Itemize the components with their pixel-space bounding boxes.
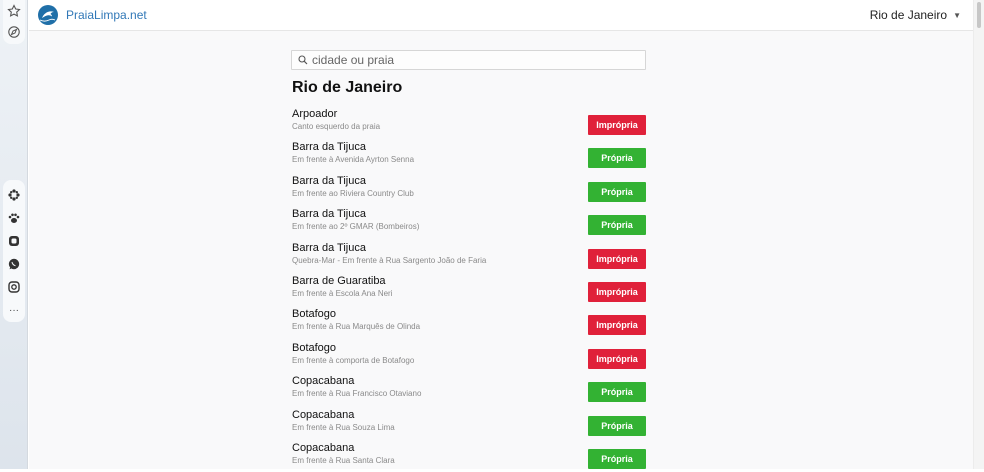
compass-icon[interactable] xyxy=(4,22,24,42)
beach-name: Botafogo xyxy=(292,341,337,354)
beach-location: Em frente ao 2º GMAR (Bombeiros) xyxy=(292,222,420,232)
beach-name: Copacabana xyxy=(292,442,355,454)
beach-name: Copacabana xyxy=(292,408,355,421)
beach-location: Em frente à Escola Ana Neri xyxy=(292,289,393,298)
status-badge[interactable]: Imprópria xyxy=(588,282,646,302)
beach-list-item[interactable]: Copacabana Em frente à Rua Francisco Otav… xyxy=(292,375,646,405)
beach-list-item[interactable]: Barra de Guaratiba Em frente à Escola Ana… xyxy=(292,275,646,305)
beach-list-item[interactable]: Barra da Tijuca Quebra-Mar - Em frente à … xyxy=(292,242,646,272)
star-icon[interactable] xyxy=(4,1,24,21)
beach-list-item[interactable]: Barra da Tijuca Em frente ao Riviera Coun… xyxy=(292,175,646,205)
beach-list-item[interactable]: Copacabana Em frente à Rua Souza Lima Próp… xyxy=(292,409,646,439)
beach-name: Arpoador xyxy=(292,108,338,120)
instagram-icon[interactable] xyxy=(4,277,24,297)
beach-name: Botafogo xyxy=(292,308,337,321)
paw-icon[interactable] xyxy=(4,208,24,228)
beach-location: Em frente à Rua Marquês de Olinda xyxy=(292,322,421,332)
chevron-down-icon: ▼ xyxy=(953,11,961,20)
beach-name: Barra da Tijuca xyxy=(292,241,366,254)
beach-name: Barra da Tijuca xyxy=(292,174,366,187)
beach-location: Quebra-Mar - Em frente à Rua Sargento Jo… xyxy=(292,255,487,265)
status-badge[interactable]: Própria xyxy=(588,415,646,436)
city-selector-label: Rio de Janeiro xyxy=(869,8,948,22)
status-badge[interactable]: Própria xyxy=(588,449,646,469)
city-selector[interactable]: Rio de Janeiro ▼ xyxy=(870,8,961,22)
beach-name: Barra de Guaratiba xyxy=(292,275,386,287)
beach-name: Barra da Tijuca xyxy=(292,208,366,221)
whatsapp-icon[interactable] xyxy=(4,254,24,274)
beach-location: Canto esquerdo da praia xyxy=(292,122,381,131)
beach-list-item[interactable]: Botafogo Em frente à comporta de Botafogo… xyxy=(292,342,646,372)
search-icon xyxy=(298,55,308,65)
scrollbar-thumb[interactable] xyxy=(977,2,981,28)
beach-list-item[interactable]: Copacabana Em frente à Rua Santa Clara Pró… xyxy=(292,442,646,472)
status-badge[interactable]: Imprópria xyxy=(588,348,646,369)
status-badge[interactable]: Imprópria xyxy=(588,315,646,336)
beach-list-item[interactable]: Botafogo Em frente à Rua Marquês de Olind… xyxy=(292,308,646,338)
status-badge[interactable]: Própria xyxy=(588,382,646,403)
beach-name: Copacabana xyxy=(292,375,355,388)
status-badge[interactable]: Imprópria xyxy=(588,115,646,135)
beach-location: Em frente à Rua Santa Clara xyxy=(292,456,395,465)
beach-list-item[interactable]: Barra da Tijuca Em frente à Avenida Ayrto… xyxy=(292,141,646,171)
browser-sidebar: ··· xyxy=(0,0,28,469)
page-title: Rio de Janeiro xyxy=(292,79,403,96)
site-header: PraiaLimpa.net Rio de Janeiro ▼ xyxy=(29,0,973,31)
search-field[interactable] xyxy=(291,50,646,70)
main-content: Rio de Janeiro Arpoador Canto esquerdo da… xyxy=(29,31,973,469)
more-icon[interactable]: ··· xyxy=(4,300,24,320)
status-badge[interactable]: Própria xyxy=(588,148,646,169)
status-badge[interactable]: Própria xyxy=(588,181,646,202)
scrollbar[interactable] xyxy=(973,0,984,469)
beach-location: Em frente ao Riviera Country Club xyxy=(292,188,414,198)
site-name-link[interactable]: PraiaLimpa.net xyxy=(66,8,147,22)
beach-name: Barra da Tijuca xyxy=(292,141,366,154)
app-icon[interactable] xyxy=(4,231,24,251)
dolphin-logo-icon[interactable] xyxy=(38,5,58,25)
status-badge[interactable]: Imprópria xyxy=(588,248,646,269)
beach-location: Em frente à Rua Souza Lima xyxy=(292,422,395,432)
pinwheel-icon[interactable] xyxy=(4,185,24,205)
search-input[interactable] xyxy=(312,52,632,68)
beach-location: Em frente à Rua Francisco Otaviano xyxy=(292,389,422,399)
beach-list-item[interactable]: Arpoador Canto esquerdo da praia Imprópria xyxy=(292,108,646,138)
status-badge[interactable]: Própria xyxy=(588,215,646,236)
beach-list-item[interactable]: Barra da Tijuca Em frente ao 2º GMAR (Bom… xyxy=(292,208,646,238)
beach-location: Em frente à Avenida Ayrton Senna xyxy=(292,155,415,165)
beach-location: Em frente à comporta de Botafogo xyxy=(292,355,415,365)
